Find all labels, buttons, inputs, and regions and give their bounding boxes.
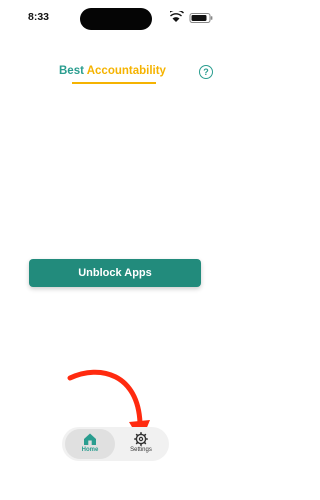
- status-bar: 8:33: [0, 0, 230, 36]
- tab-home[interactable]: Home: [65, 429, 115, 459]
- unblock-apps-button[interactable]: Unblock Apps: [29, 259, 201, 287]
- app-header: Best Accountability ?: [0, 55, 230, 95]
- title-underline: [72, 82, 156, 84]
- app-title-accountability: Accountability: [86, 65, 166, 77]
- battery-icon: [189, 13, 213, 23]
- gear-icon: [134, 432, 148, 446]
- home-icon: [84, 433, 96, 445]
- bottom-tab-bar: Home Settings: [62, 427, 169, 461]
- question-mark-icon: ?: [203, 67, 209, 77]
- tab-settings[interactable]: Settings: [116, 429, 166, 459]
- app-title-best: Best: [59, 65, 84, 77]
- tab-home-label: Home: [81, 447, 99, 453]
- status-icons: [170, 11, 213, 23]
- wifi-icon: [170, 11, 184, 22]
- app-title: Best Accountability: [59, 65, 166, 77]
- dynamic-island: [80, 8, 152, 30]
- help-button[interactable]: ?: [199, 65, 213, 79]
- status-time: 8:33: [28, 11, 50, 23]
- tab-settings-label: Settings: [130, 447, 152, 453]
